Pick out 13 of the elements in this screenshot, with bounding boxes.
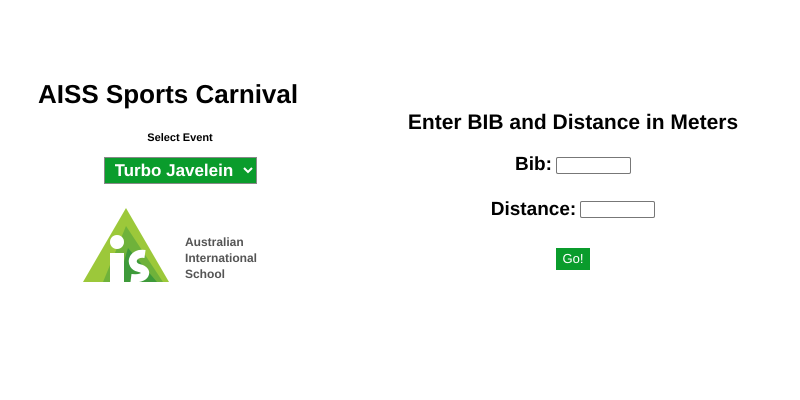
logo-text: International <box>184 250 257 266</box>
logo-icon <box>82 208 169 282</box>
field-label: Distance: <box>490 198 576 222</box>
input-field[interactable] <box>580 201 656 218</box>
page-title: AISS Sports Carnival <box>37 78 300 110</box>
field-label: Bib: <box>515 153 552 178</box>
select-label: Select Event <box>147 131 213 146</box>
input-field[interactable] <box>556 156 631 174</box>
logo-text: Australian <box>184 234 245 250</box>
go-button[interactable]: Go! <box>556 248 590 270</box>
logo-text: School <box>184 266 226 282</box>
event-select[interactable]: Turbo Javelein <box>104 156 256 184</box>
form-heading: Enter BIB and Distance in Meters <box>408 110 738 136</box>
